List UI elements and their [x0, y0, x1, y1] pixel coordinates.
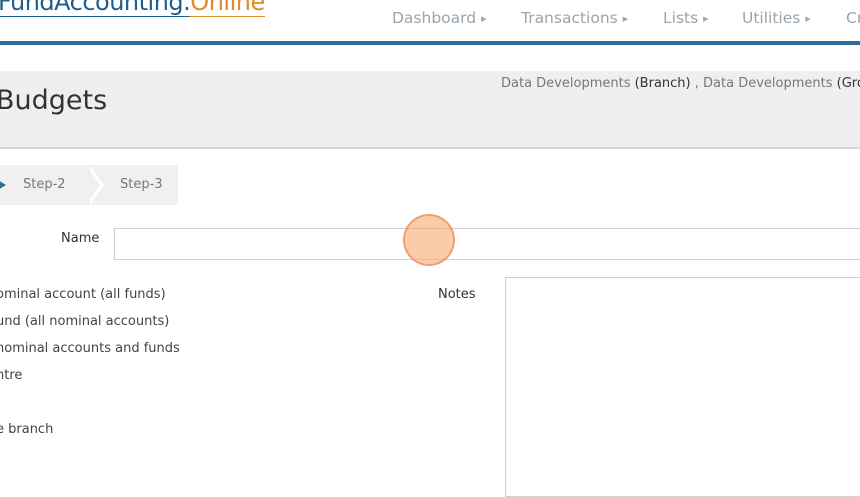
budget-type-option[interactable]: e branch: [0, 422, 53, 437]
caret-right-icon: ▶: [622, 15, 629, 23]
caret-right-icon: ▶: [805, 15, 811, 23]
name-label: Name: [61, 231, 100, 246]
name-input[interactable]: [114, 228, 860, 260]
nav-more[interactable]: Cr: [846, 9, 860, 27]
nav-lists-label: Lists: [663, 9, 699, 27]
page-title: Budgets: [0, 85, 108, 116]
click-indicator: [403, 214, 455, 266]
organisation-context: Data Developments (Branch) , Data Develo…: [501, 76, 860, 91]
branch-name: Data Developments: [501, 76, 631, 91]
budget-type-option[interactable]: ntre: [0, 368, 22, 383]
nav-dashboard-label: Dashboard: [392, 9, 477, 27]
step-3-tab[interactable]: Step-3: [120, 177, 163, 192]
step-2-tab[interactable]: Step-2: [23, 177, 66, 192]
org-separator: ,: [690, 76, 704, 91]
nav-lists[interactable]: Lists ▶: [663, 9, 709, 27]
active-step-arrow: [0, 173, 6, 197]
nav-more-label: Cr: [846, 9, 860, 27]
logo-text-accent: Online: [190, 0, 265, 17]
logo-text-primary: FundAccounting.: [0, 0, 191, 17]
budget-type-option[interactable]: und (all nominal accounts): [0, 314, 169, 329]
caret-right-icon: ▶: [481, 15, 487, 23]
nav-transactions-label: Transactions: [521, 9, 618, 27]
notes-label: Notes: [438, 287, 476, 302]
app-logo[interactable]: FundAccounting.Online: [0, 0, 265, 17]
nav-utilities-label: Utilities: [742, 9, 801, 27]
caret-right-icon: ▶: [703, 15, 709, 23]
notes-textarea[interactable]: [505, 277, 860, 497]
header-divider: [0, 41, 860, 45]
branch-tag: (Branch): [634, 76, 691, 91]
budget-type-option[interactable]: nominal accounts and funds: [0, 341, 180, 356]
group-tag: (Group: [836, 76, 860, 91]
page-header: Budgets Data Developments (Branch) , Dat…: [0, 71, 860, 149]
nav-utilities[interactable]: Utilities ▶: [742, 9, 811, 27]
budget-type-option[interactable]: ominal account (all funds): [0, 287, 166, 302]
wizard-steps: Step-2 Step-3: [0, 165, 178, 205]
top-bar: FundAccounting.Online Dashboard ▶ Transac…: [0, 0, 860, 42]
step-separator-inner: [86, 165, 100, 205]
group-name: Data Developments: [703, 76, 833, 91]
nav-transactions[interactable]: Transactions ▶: [521, 9, 628, 27]
nav-dashboard[interactable]: Dashboard ▶: [392, 9, 486, 27]
